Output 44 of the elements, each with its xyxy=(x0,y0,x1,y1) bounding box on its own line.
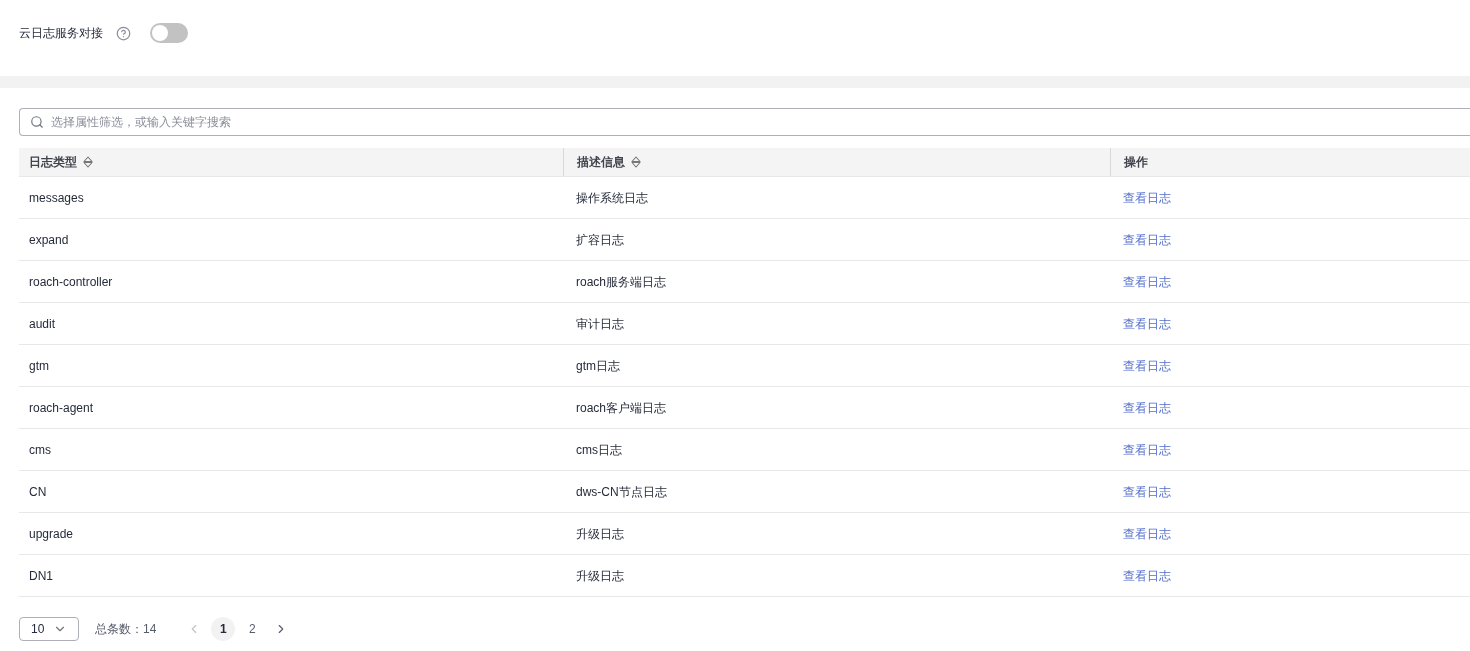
search-field[interactable]: 选择属性筛选，或输入关键字搜索 xyxy=(19,108,1470,136)
view-log-link[interactable]: 查看日志 xyxy=(1123,484,1171,499)
view-log-link[interactable]: 查看日志 xyxy=(1123,232,1171,247)
view-log-link[interactable]: 查看日志 xyxy=(1123,400,1171,415)
table-cell: cms xyxy=(29,442,51,457)
total-count: 总条数：14 xyxy=(95,621,157,638)
table-cell: 操作系统日志 xyxy=(576,190,648,205)
view-log-link[interactable]: 查看日志 xyxy=(1123,568,1171,583)
table-cell: dws-CN节点日志 xyxy=(576,484,667,499)
table-cell: 升级日志 xyxy=(576,526,624,541)
table-cell: gtm日志 xyxy=(576,358,620,373)
sort-icon[interactable] xyxy=(631,156,641,168)
view-log-link[interactable]: 查看日志 xyxy=(1123,190,1171,205)
search-icon xyxy=(30,115,44,129)
page-button[interactable]: 2 xyxy=(240,617,265,641)
page-size-select[interactable]: 10 xyxy=(19,617,79,641)
view-log-link[interactable]: 查看日志 xyxy=(1123,274,1171,289)
table-cell: cms日志 xyxy=(576,442,622,457)
sort-icon[interactable] xyxy=(83,156,93,168)
table-cell: gtm xyxy=(29,358,49,373)
column-header: 描述信息 xyxy=(577,154,625,171)
column-header: 操作 xyxy=(1124,154,1148,171)
view-log-link[interactable]: 查看日志 xyxy=(1123,526,1171,541)
table-cell: roach-agent xyxy=(29,400,94,415)
table-cell: DN1 xyxy=(29,568,53,583)
table-cell: roach服务端日志 xyxy=(576,274,667,289)
table-cell: roach客户端日志 xyxy=(576,400,667,415)
view-log-link[interactable]: 查看日志 xyxy=(1123,316,1171,331)
table-cell: 扩容日志 xyxy=(576,232,624,247)
view-log-link[interactable]: 查看日志 xyxy=(1123,442,1171,457)
setting-label: 云日志服务对接 xyxy=(19,25,103,42)
help-icon[interactable] xyxy=(116,25,131,41)
toggle-switch[interactable] xyxy=(150,23,188,43)
table-cell: expand xyxy=(29,232,69,247)
column-header: 日志类型 xyxy=(29,154,77,171)
table-cell: 审计日志 xyxy=(576,316,624,331)
table-cell: messages xyxy=(29,190,84,205)
table-cell: audit xyxy=(29,316,56,331)
table-cell: CN xyxy=(29,484,47,499)
page-button[interactable]: 1 xyxy=(211,617,236,641)
view-log-link[interactable]: 查看日志 xyxy=(1123,358,1171,373)
table-cell: upgrade xyxy=(29,526,74,541)
table-cell: roach-controller xyxy=(29,274,113,289)
table-cell: 升级日志 xyxy=(576,568,624,583)
